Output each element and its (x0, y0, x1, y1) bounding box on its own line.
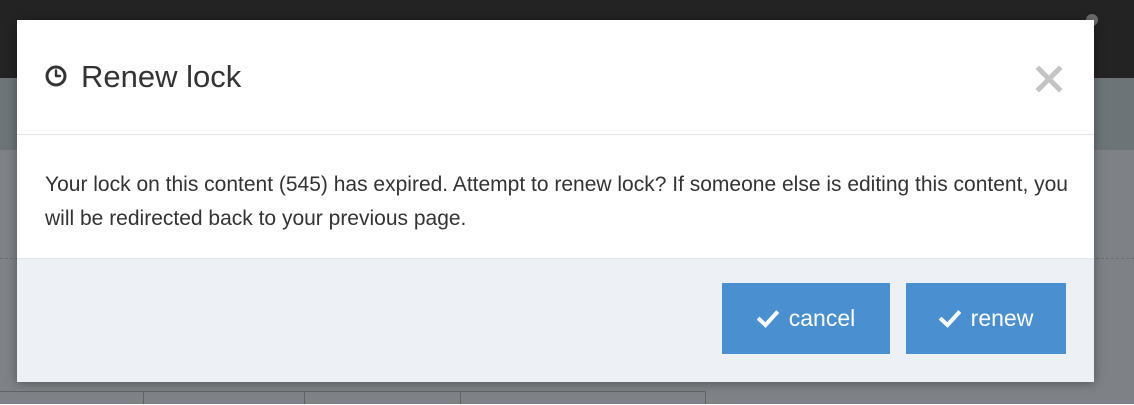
background-tab-divider (304, 391, 305, 404)
background-tab-divider (143, 391, 144, 404)
dialog-footer: cancel renew (17, 258, 1094, 382)
renew-button-label: renew (970, 305, 1034, 331)
dialog-header: Renew lock (17, 20, 1094, 135)
clock-icon (45, 65, 67, 87)
checkmark-icon (756, 309, 779, 328)
dialog-message: Your lock on this content (545) has expi… (45, 173, 1068, 230)
background-tab-divider (460, 391, 461, 404)
cancel-button-label: cancel (788, 305, 856, 331)
background-tab-strip (0, 391, 706, 405)
dialog-title: Renew lock (81, 59, 242, 94)
dialog-body: Your lock on this content (545) has expi… (17, 135, 1094, 258)
cancel-button[interactable]: cancel (722, 283, 890, 354)
checkmark-icon (938, 309, 961, 328)
close-icon[interactable] (1032, 62, 1066, 96)
renew-lock-dialog: Renew lock Your lock on this content (54… (17, 20, 1094, 382)
renew-button[interactable]: renew (906, 283, 1066, 354)
background-tab-divider (705, 391, 706, 404)
